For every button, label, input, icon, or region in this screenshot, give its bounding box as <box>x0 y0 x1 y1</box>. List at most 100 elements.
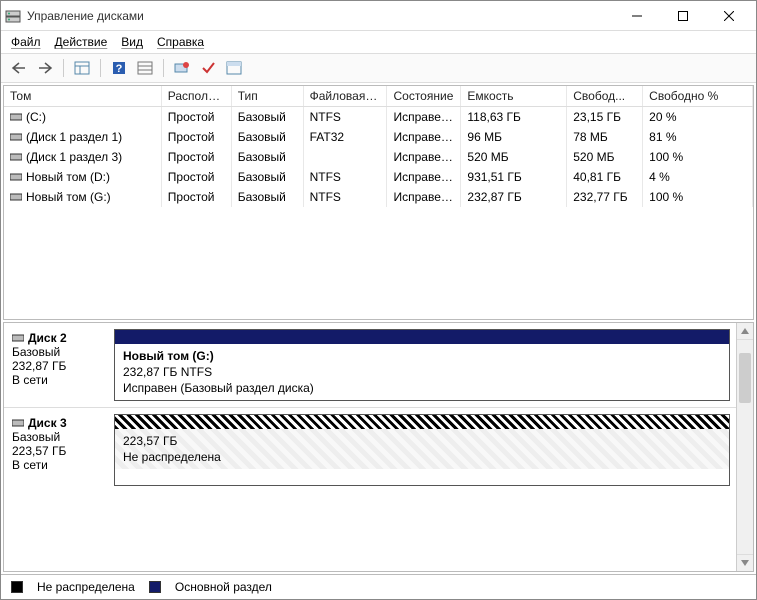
volume-icon <box>10 132 22 142</box>
disk-graphic-scroll: Диск 2 Базовый 232,87 ГБ В сети Новый то… <box>4 323 736 571</box>
disk-name: Диск 3 <box>12 416 106 430</box>
legend: Не распределена Основной раздел <box>1 574 756 599</box>
volume-fs <box>304 147 388 167</box>
col-volume[interactable]: Том <box>4 86 162 106</box>
col-free[interactable]: Свобод... <box>567 86 643 106</box>
maximize-button[interactable] <box>660 1 706 31</box>
disk-meta: Диск 2 Базовый 232,87 ГБ В сети <box>4 323 114 407</box>
disk-graphic-pane: Диск 2 Базовый 232,87 ГБ В сети Новый то… <box>3 322 754 572</box>
col-free-pct[interactable]: Свободно % <box>643 86 753 106</box>
col-capacity[interactable]: Емкость <box>461 86 567 106</box>
col-state[interactable]: Состояние <box>387 86 461 106</box>
volume-free-pct: 20 % <box>643 107 753 127</box>
toolbar-view-button[interactable] <box>70 57 94 79</box>
volume-icon <box>10 172 22 182</box>
toolbar-separator <box>63 59 64 77</box>
scrollbar-thumb[interactable] <box>739 353 751 403</box>
volume-fs: NTFS <box>304 107 388 127</box>
toolbar: ? <box>1 53 756 83</box>
disk-status: В сети <box>12 458 106 472</box>
toolbar-layout-button[interactable] <box>222 57 246 79</box>
disk-status: В сети <box>12 373 106 387</box>
volume-list: Том Располож... Тип Файловая с... Состоя… <box>3 85 754 320</box>
disk-block[interactable]: Диск 2 Базовый 232,87 ГБ В сети Новый то… <box>4 323 736 407</box>
menu-action[interactable]: Действие <box>55 35 108 49</box>
refresh-button[interactable] <box>170 57 194 79</box>
partition-stripe <box>115 415 729 429</box>
partition[interactable]: Новый том (G:) 232,87 ГБ NTFS Исправен (… <box>114 329 730 401</box>
volume-rows: (C:)ПростойБазовыйNTFSИсправен...118,63 … <box>4 107 753 207</box>
volume-row[interactable]: (Диск 1 раздел 1)ПростойБазовыйFAT32Испр… <box>4 127 753 147</box>
menu-bar: Файл Действие Вид Справка <box>1 31 756 53</box>
disk-size: 223,57 ГБ <box>12 444 106 458</box>
legend-label-primary: Основной раздел <box>175 580 272 594</box>
volume-free: 40,81 ГБ <box>567 167 643 187</box>
volume-layout: Простой <box>162 147 232 167</box>
volume-free-pct: 100 % <box>643 147 753 167</box>
partition-state: Не распределена <box>123 449 721 465</box>
col-filesystem[interactable]: Файловая с... <box>304 86 388 106</box>
chevron-down-icon <box>741 560 749 566</box>
disk-partitions: Новый том (G:) 232,87 ГБ NTFS Исправен (… <box>114 323 736 407</box>
volume-state: Исправен... <box>387 127 461 147</box>
volume-icon <box>10 112 22 122</box>
toolbar-separator <box>100 59 101 77</box>
volume-state: Исправен... <box>387 187 461 207</box>
disk-size: 232,87 ГБ <box>12 359 106 373</box>
help-button[interactable]: ? <box>107 57 131 79</box>
toolbar-list-button[interactable] <box>133 57 157 79</box>
volume-capacity: 118,63 ГБ <box>461 107 567 127</box>
menu-view[interactable]: Вид <box>121 35 143 49</box>
arrow-right-icon <box>37 62 53 74</box>
col-layout[interactable]: Располож... <box>162 86 232 106</box>
volume-free-pct: 100 % <box>643 187 753 207</box>
volume-fs: NTFS <box>304 167 388 187</box>
disk-type: Базовый <box>12 345 106 359</box>
volume-type: Базовый <box>232 127 304 147</box>
volume-free-pct: 81 % <box>643 127 753 147</box>
volume-free: 78 МБ <box>567 127 643 147</box>
volume-row[interactable]: (Диск 1 раздел 3)ПростойБазовыйИсправен.… <box>4 147 753 167</box>
menu-help[interactable]: Справка <box>157 35 204 49</box>
vertical-scrollbar[interactable] <box>736 323 753 571</box>
volume-free: 232,77 ГБ <box>567 187 643 207</box>
partition-state: Исправен (Базовый раздел диска) <box>123 380 721 396</box>
scroll-down-button[interactable] <box>737 554 753 571</box>
volume-name: (C:) <box>26 110 46 124</box>
disk-partitions: 223,57 ГБ Не распределена <box>114 408 736 492</box>
close-button[interactable] <box>706 1 752 31</box>
scroll-up-button[interactable] <box>737 323 753 340</box>
volume-type: Базовый <box>232 187 304 207</box>
volume-capacity: 931,51 ГБ <box>461 167 567 187</box>
apply-button[interactable] <box>196 57 220 79</box>
forward-button[interactable] <box>33 57 57 79</box>
col-type[interactable]: Тип <box>232 86 304 106</box>
disk-name-label: Диск 2 <box>28 331 67 345</box>
legend-label-unallocated: Не распределена <box>37 580 135 594</box>
volume-fs: NTFS <box>304 187 388 207</box>
volume-capacity: 520 МБ <box>461 147 567 167</box>
legend-swatch-unallocated <box>11 581 23 593</box>
chevron-up-icon <box>741 328 749 334</box>
disk-icon <box>12 333 24 343</box>
volume-row[interactable]: (C:)ПростойБазовыйNTFSИсправен...118,63 … <box>4 107 753 127</box>
disk-name: Диск 2 <box>12 331 106 345</box>
volume-row[interactable]: Новый том (G:)ПростойБазовыйNTFSИсправен… <box>4 187 753 207</box>
partition-body: 223,57 ГБ Не распределена <box>115 429 729 469</box>
volume-name: (Диск 1 раздел 3) <box>26 150 122 164</box>
back-button[interactable] <box>7 57 31 79</box>
window-title: Управление дисками <box>27 9 614 23</box>
volume-capacity: 232,87 ГБ <box>461 187 567 207</box>
disk-block[interactable]: Диск 3 Базовый 223,57 ГБ В сети 223,57 Г… <box>4 407 736 492</box>
menu-file[interactable]: Файл <box>11 35 41 49</box>
disk-icon <box>12 418 24 428</box>
svg-text:?: ? <box>116 63 123 75</box>
disk-type: Базовый <box>12 430 106 444</box>
volume-free: 23,15 ГБ <box>567 107 643 127</box>
partition-unallocated[interactable]: 223,57 ГБ Не распределена <box>114 414 730 486</box>
volume-row[interactable]: Новый том (D:)ПростойБазовыйNTFSИсправен… <box>4 167 753 187</box>
minimize-button[interactable] <box>614 1 660 31</box>
volume-type: Базовый <box>232 107 304 127</box>
disk-name-label: Диск 3 <box>28 416 67 430</box>
panel-icon <box>74 61 90 75</box>
